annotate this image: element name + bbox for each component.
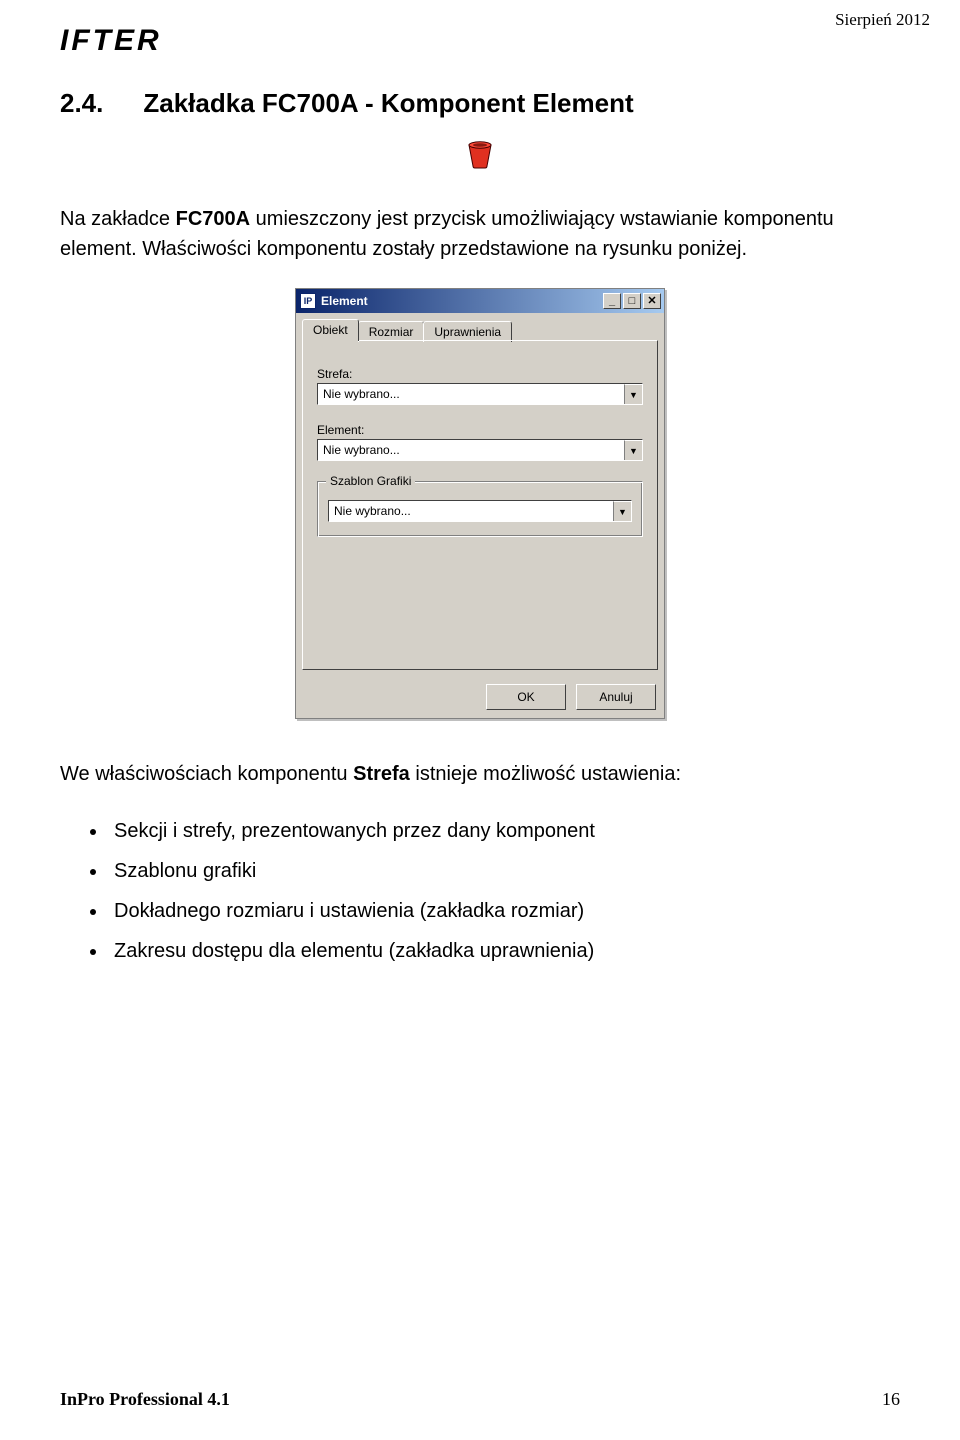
szablon-value: Nie wybrano... [329, 501, 613, 521]
chevron-down-icon[interactable]: ▼ [624, 440, 642, 460]
after-a: We właściwościach komponentu [60, 763, 353, 785]
intro-text-1b: FC700A [176, 208, 250, 230]
after-c: istnieje możliwość ustawienia: [410, 763, 681, 785]
szablon-legend: Szablon Grafiki [326, 474, 415, 488]
list-item: Dokładnego rozmiaru i ustawienia (zakład… [108, 893, 900, 929]
chevron-down-icon[interactable]: ▼ [624, 384, 642, 404]
tab-panel: Strefa: Nie wybrano... ▼ Element: Nie wy… [302, 340, 658, 670]
page-footer: InPro Professional 4.1 16 [60, 1389, 900, 1410]
after-paragraph: We właściwościach komponentu Strefa istn… [60, 759, 900, 789]
intro-paragraph: Na zakładce FC700A umieszczony jest przy… [60, 204, 900, 264]
brand-logo: IFTER [60, 24, 900, 58]
dialog-title: Element [321, 294, 368, 308]
cancel-button[interactable]: Anuluj [576, 684, 656, 710]
element-combo[interactable]: Nie wybrano... ▼ [317, 439, 643, 461]
header-date: Sierpień 2012 [835, 10, 930, 30]
after-b: Strefa [353, 763, 410, 785]
strefa-value: Nie wybrano... [318, 384, 624, 404]
dialog-figure: IP Element _ □ ✕ Obiekt Rozmiar Uprawnie… [60, 288, 900, 719]
strefa-label: Strefa: [317, 367, 643, 381]
list-item: Sekcji i strefy, prezentowanych przez da… [108, 813, 900, 849]
dialog-titlebar[interactable]: IP Element _ □ ✕ [296, 289, 664, 313]
section-number: 2.4. [60, 88, 103, 119]
footer-page-number: 16 [882, 1389, 900, 1410]
section-title: Zakładka FC700A - Komponent Element [143, 88, 633, 118]
section-heading: 2.4. Zakładka FC700A - Komponent Element [60, 88, 900, 119]
ok-button[interactable]: OK [486, 684, 566, 710]
szablon-combo[interactable]: Nie wybrano... ▼ [328, 500, 632, 522]
tab-rozmiar[interactable]: Rozmiar [358, 321, 425, 342]
page: IFTER Sierpień 2012 2.4. Zakładka FC700A … [0, 0, 960, 1440]
title-left: IP Element [300, 293, 368, 309]
bucket-icon [467, 139, 493, 174]
window-buttons: _ □ ✕ [603, 293, 661, 309]
close-button[interactable]: ✕ [643, 293, 661, 309]
intro-text-1a: Na zakładce [60, 208, 176, 230]
list-item: Szablonu grafiki [108, 853, 900, 889]
component-icon-row [60, 139, 900, 174]
strefa-combo[interactable]: Nie wybrano... ▼ [317, 383, 643, 405]
tab-uprawnienia[interactable]: Uprawnienia [423, 321, 512, 342]
element-dialog: IP Element _ □ ✕ Obiekt Rozmiar Uprawnie… [295, 288, 665, 719]
tabs: Obiekt Rozmiar Uprawnienia [296, 313, 664, 340]
list-item: Zakresu dostępu dla elementu (zakładka u… [108, 933, 900, 969]
footer-product: InPro Professional 4.1 [60, 1389, 230, 1410]
szablon-groupbox: Szablon Grafiki Nie wybrano... ▼ [317, 481, 643, 537]
chevron-down-icon[interactable]: ▼ [613, 501, 631, 521]
element-label: Element: [317, 423, 643, 437]
tab-obiekt[interactable]: Obiekt [302, 319, 359, 341]
properties-list: Sekcji i strefy, prezentowanych przez da… [60, 813, 900, 969]
element-value: Nie wybrano... [318, 440, 624, 460]
dialog-button-row: OK Anuluj [296, 676, 664, 718]
app-icon: IP [300, 293, 316, 309]
maximize-button[interactable]: □ [623, 293, 641, 309]
minimize-button[interactable]: _ [603, 293, 621, 309]
